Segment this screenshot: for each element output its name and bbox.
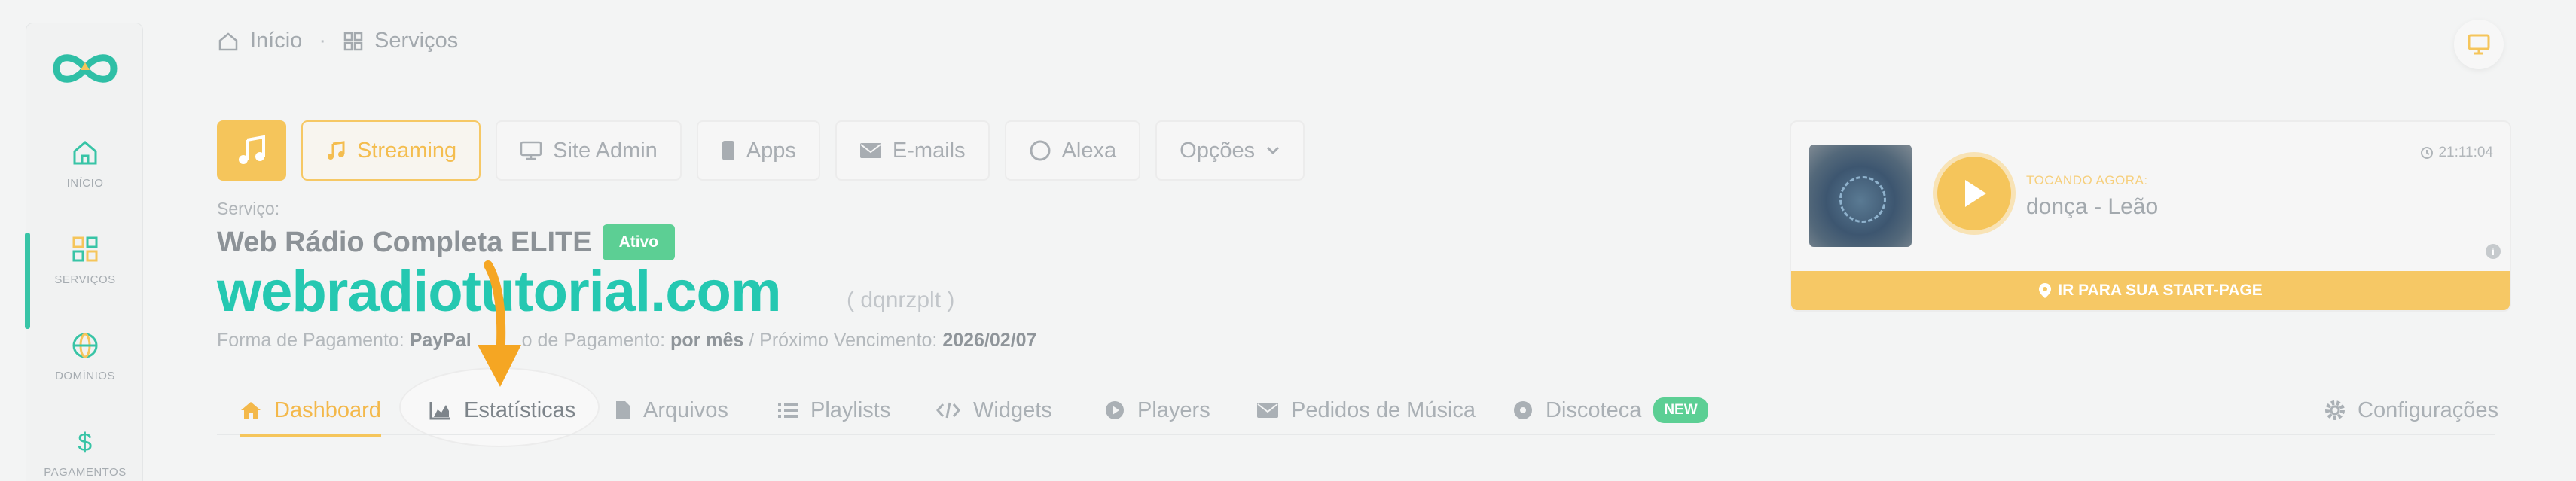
service-toolbar: Streaming Site Admin Apps E-mails Alexa … [217,120,1305,181]
svg-text:$: $ [78,428,92,457]
album-cover [1809,145,1912,247]
service-tabs: Dashboard Estatísticas Arquivos Playlist… [217,385,2498,437]
tab-discoteca[interactable]: Discoteca NEW [1512,385,1708,435]
emails-button[interactable]: E-mails [835,120,990,181]
apps-label: Apps [746,138,796,163]
payment-cycle-value: por mês [670,330,744,351]
now-playing-label: TOCANDO AGORA: [2026,173,2148,187]
tab-pedidos-musica[interactable]: Pedidos de Música [1256,385,1476,435]
site-admin-button[interactable]: Site Admin [496,120,682,181]
service-id: ( dqnrzplt ) [847,288,955,312]
sidebar-item-label: DOMÍNIOS [55,370,115,382]
tab-label: Arquivos [643,397,728,422]
file-icon [616,401,630,419]
envelope-icon [1257,403,1278,418]
music-note-icon [328,141,345,160]
service-title: Web Rádio Completa ELITE Ativo [217,224,676,260]
status-badge: Ativo [602,224,676,260]
start-page-button[interactable]: IR PARA SUA START-PAGE [1791,271,2510,310]
sidebar-item-label: SERVIÇOS [54,273,116,286]
tab-dashboard[interactable]: Dashboard [240,385,381,437]
clock-icon [2421,147,2434,159]
map-pin-icon [2039,283,2052,298]
tab-label: Discoteca [1546,397,1642,422]
due-date-label: / Próximo Vencimento: [749,330,938,351]
sidebar-item-dominios[interactable]: DOMÍNIOS [26,329,144,382]
home-icon [218,32,238,50]
payment-method-value: PayPal [409,330,472,351]
disc-icon [1514,401,1532,419]
info-icon[interactable]: i [2486,244,2501,259]
tab-label: Widgets [973,397,1052,422]
monitor-icon [520,141,542,160]
tab-label: Playlists [810,397,891,422]
play-icon [1965,180,1986,207]
breadcrumb-separator: · [319,29,326,53]
display-mode-button[interactable] [2454,20,2504,69]
play-button[interactable] [1937,157,2011,230]
alexa-button[interactable]: Alexa [1004,120,1141,181]
alexa-label: Alexa [1061,138,1117,163]
service-name: Web Rádio Completa ELITE [217,226,592,258]
sidebar-item-label: PAGAMENTOS [44,466,127,479]
tab-arquivos[interactable]: Arquivos [615,385,728,435]
tab-label: Estatísticas [464,397,576,422]
music-button[interactable] [217,120,286,181]
tab-configuracoes[interactable]: Configurações [2324,385,2498,435]
streaming-button[interactable]: Streaming [301,120,481,181]
sidebar-item-label: INÍCIO [66,177,104,190]
now-playing-track: donça - Leão [2026,194,2159,219]
sidebar: INÍCIO SERVIÇOS DOMÍNIOS $ PAGAMENTOS [25,23,144,481]
site-admin-label: Site Admin [553,138,658,163]
apps-button[interactable]: Apps [696,120,820,181]
tab-players[interactable]: Players [1104,385,1210,435]
breadcrumb-home[interactable]: Início [250,29,302,53]
area-chart-icon [429,402,450,420]
tab-label: Players [1137,397,1210,422]
tab-label: Dashboard [274,397,381,422]
grid-icon [343,32,363,50]
breadcrumb-current[interactable]: Serviços [374,29,458,53]
tab-playlists[interactable]: Playlists [777,385,890,435]
music-note-icon [239,135,265,164]
tab-label: Pedidos de Música [1291,397,1476,422]
sidebar-item-pagamentos[interactable]: $ PAGAMENTOS [26,425,144,479]
time-value: 21:11:04 [2438,145,2493,160]
infinity-logo[interactable] [46,46,124,91]
chevron-down-icon [1267,146,1280,155]
streaming-label: Streaming [357,138,457,163]
sidebar-item-inicio[interactable]: INÍCIO [26,136,144,190]
emails-label: E-mails [892,138,966,163]
now-playing-card: TOCANDO AGORA: donça - Leão 21:11:04 i I… [1790,120,2511,312]
start-page-label: IR PARA SUA START-PAGE [2058,282,2263,299]
envelope-icon [859,143,881,158]
play-circle-icon [1106,401,1124,419]
dollar-icon: $ [78,428,92,457]
payment-cycle-label: o de Pagamento: [521,330,666,351]
payment-info: Forma de Pagamento: PayPal o de Pagament… [217,330,1036,352]
gear-icon [2325,400,2345,420]
due-date-value: 2026/02/07 [942,330,1037,351]
monitor-icon [2468,34,2490,55]
globe-icon [72,333,98,358]
home-icon [241,402,261,419]
home-icon [73,141,97,165]
list-icon [778,403,798,418]
tab-widgets[interactable]: Widgets [935,385,1052,435]
payment-method-label: Forma de Pagamento: [217,330,404,351]
grid-icon [72,236,98,262]
alexa-ring-icon [1030,140,1051,161]
service-label: Serviço: [217,199,280,218]
pointer-arrow-icon [478,260,521,387]
options-dropdown[interactable]: Opções [1155,120,1305,181]
options-label: Opções [1180,138,1256,163]
tab-label: Configurações [2358,397,2498,422]
code-icon [936,402,960,419]
phone-icon [722,141,734,160]
clock-time: 21:11:04 [2420,145,2493,161]
breadcrumb: Início · Serviços [217,29,458,53]
sidebar-item-servicos[interactable]: SERVIÇOS [25,233,144,329]
new-badge: NEW [1653,397,1708,423]
